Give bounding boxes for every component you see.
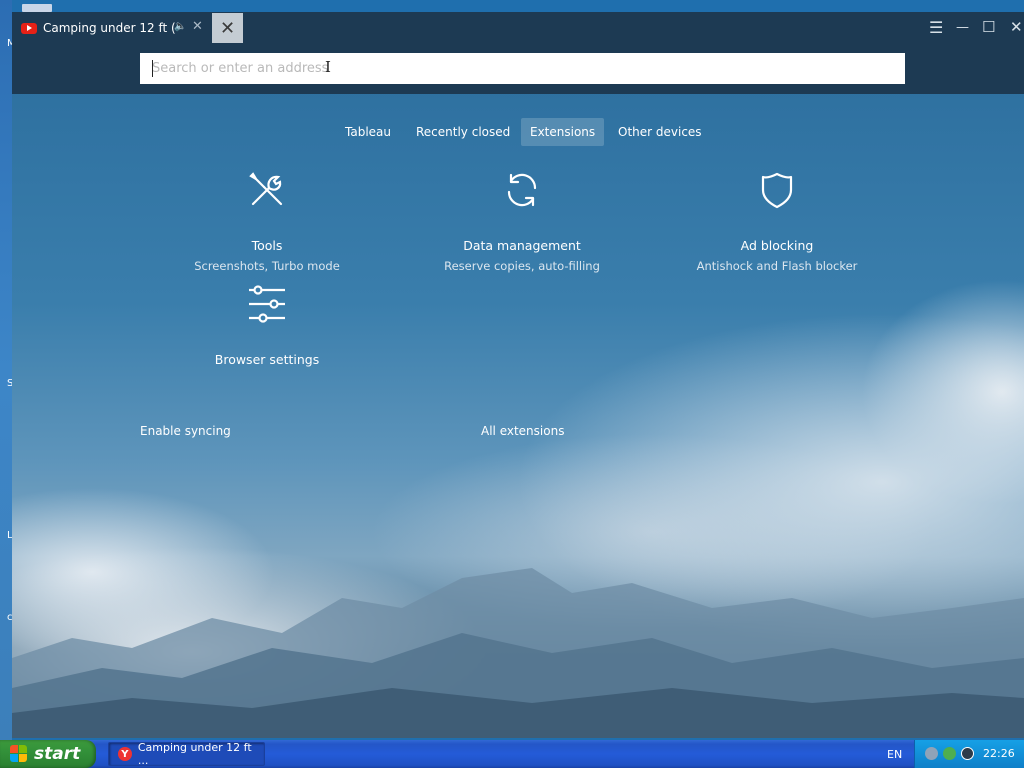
yandex-browser-icon: Y bbox=[118, 747, 132, 761]
tools-feature[interactable]: Tools Screenshots, Turbo mode bbox=[167, 170, 367, 273]
clock: 22:26 bbox=[983, 747, 1015, 760]
text-caret bbox=[152, 60, 153, 77]
taskbar-item-label: Camping under 12 ft ... bbox=[137, 741, 252, 767]
mountain-background bbox=[12, 568, 1024, 738]
tools-title: Tools bbox=[251, 238, 283, 253]
data-management-title: Data management bbox=[463, 238, 581, 253]
enable-syncing-link[interactable]: Enable syncing bbox=[140, 424, 231, 438]
desktop-icon[interactable] bbox=[22, 4, 52, 12]
data-management-feature[interactable]: Data management Reserve copies, auto-fil… bbox=[422, 170, 622, 273]
ad-blocking-subtitle: Antishock and Flash blocker bbox=[696, 259, 858, 273]
sliders-icon bbox=[249, 285, 285, 323]
speaker-icon[interactable]: 🔈 bbox=[174, 21, 186, 32]
sync-icon bbox=[507, 173, 537, 207]
start-button[interactable]: start bbox=[0, 740, 96, 768]
desktop-background: M S Li c bbox=[0, 0, 16, 740]
tab-close-icon[interactable]: ✕ bbox=[192, 19, 203, 34]
tab-tableau[interactable]: Tableau bbox=[336, 118, 400, 146]
ad-blocking-title: Ad blocking bbox=[740, 238, 814, 253]
windows-logo-icon bbox=[10, 745, 28, 763]
tab-extensions[interactable]: Extensions bbox=[521, 118, 605, 146]
system-tray: 22:26 bbox=[914, 740, 1024, 768]
tray-app-icon[interactable] bbox=[925, 747, 938, 760]
minimize-icon[interactable]: — bbox=[956, 20, 969, 35]
tools-subtitle: Screenshots, Turbo mode bbox=[194, 259, 340, 273]
shield-icon bbox=[761, 172, 793, 209]
new-tab-nav: Tableau Recently closed Extensions Other… bbox=[12, 118, 1024, 148]
ad-blocking-feature[interactable]: Ad blocking Antishock and Flash blocker bbox=[677, 170, 877, 273]
language-indicator[interactable]: EN bbox=[887, 748, 902, 761]
browser-settings-title: Browser settings bbox=[214, 352, 320, 367]
close-tab-button[interactable]: ✕ bbox=[212, 13, 243, 43]
tab-other-devices[interactable]: Other devices bbox=[609, 118, 711, 146]
start-label: start bbox=[34, 744, 81, 764]
youtube-favicon-icon bbox=[21, 22, 37, 34]
browser-toolbar: I bbox=[12, 44, 1024, 94]
maximize-icon[interactable]: ☐ bbox=[982, 18, 995, 36]
tab-title: Camping under 12 ft ( bbox=[43, 21, 176, 35]
tray-network-icon[interactable] bbox=[943, 747, 956, 760]
taskbar: start Y Camping under 12 ft ... EN 22:26 bbox=[0, 740, 1024, 768]
menu-icon[interactable]: ☰ bbox=[929, 18, 943, 37]
address-bar-input[interactable] bbox=[140, 53, 905, 84]
browser-settings-feature[interactable]: Browser settings bbox=[167, 284, 367, 367]
tray-sync-icon[interactable] bbox=[961, 747, 974, 760]
data-management-subtitle: Reserve copies, auto-filling bbox=[444, 259, 600, 273]
tab-recently-closed[interactable]: Recently closed bbox=[407, 118, 519, 146]
taskbar-browser-item[interactable]: Y Camping under 12 ft ... bbox=[108, 741, 265, 767]
close-window-icon[interactable]: ✕ bbox=[1010, 18, 1023, 36]
browser-window: Camping under 12 ft ( 🔈 ✕ ✕ ☰ — ☐ ✕ I Ta… bbox=[12, 12, 1024, 738]
title-bar: Camping under 12 ft ( 🔈 ✕ ✕ ☰ — ☐ ✕ bbox=[12, 12, 1024, 44]
all-extensions-link[interactable]: All extensions bbox=[481, 424, 564, 438]
ibeam-cursor-icon: I bbox=[325, 58, 331, 76]
browser-tab[interactable]: Camping under 12 ft ( 🔈 ✕ bbox=[12, 12, 212, 44]
wrench-screwdriver-icon bbox=[249, 172, 283, 206]
